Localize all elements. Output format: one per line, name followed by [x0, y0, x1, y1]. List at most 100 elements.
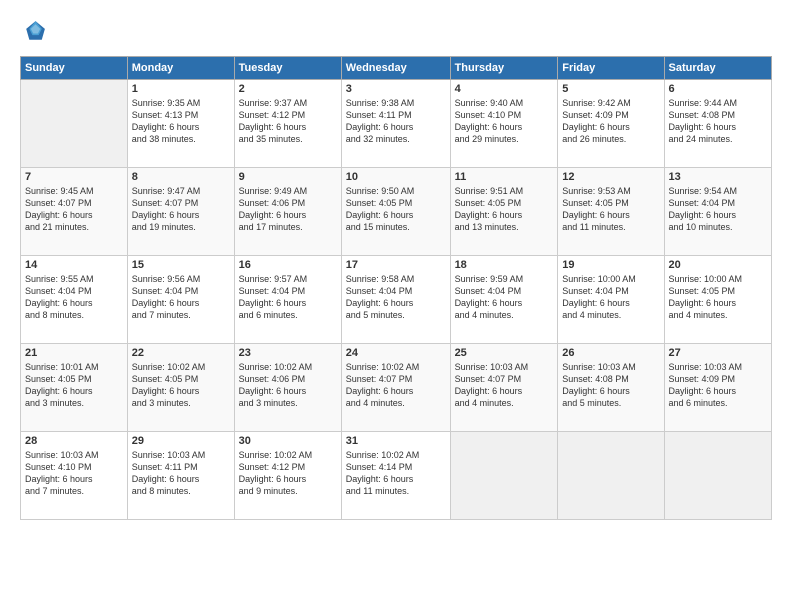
day-info: Sunrise: 10:03 AM Sunset: 4:09 PM Daylig… [669, 361, 767, 410]
calendar-cell: 16 Sunrise: 9:57 AM Sunset: 4:04 PM Dayli… [234, 256, 341, 344]
calendar-cell: 5Sunrise: 9:42 AM Sunset: 4:09 PM Daylig… [558, 80, 664, 168]
calendar-cell: 17 Sunrise: 9:58 AM Sunset: 4:04 PM Dayli… [341, 256, 450, 344]
day-number: 30 [239, 435, 337, 447]
day-number: 13 [669, 171, 767, 183]
day-number: 14 [25, 259, 123, 271]
day-info: Sunrise: 9:51 AM Sunset: 4:05 PM Dayligh… [455, 185, 554, 234]
calendar-day-header: Friday [558, 57, 664, 80]
calendar-cell: 3Sunrise: 9:38 AM Sunset: 4:11 PM Daylig… [341, 80, 450, 168]
day-info: Sunrise: 9:49 AM Sunset: 4:06 PM Dayligh… [239, 185, 337, 234]
calendar-week-row: 7 Sunrise: 9:45 AM Sunset: 4:07 PM Daylig… [21, 168, 772, 256]
calendar-cell: 23 Sunrise: 10:02 AM Sunset: 4:06 PM Dayl… [234, 344, 341, 432]
day-number: 17 [346, 259, 446, 271]
calendar-cell: 9 Sunrise: 9:49 AM Sunset: 4:06 PM Daylig… [234, 168, 341, 256]
calendar-cell: 22Sunrise: 10:02 AM Sunset: 4:05 PM Dayl… [127, 344, 234, 432]
day-info: Sunrise: 9:54 AM Sunset: 4:04 PM Dayligh… [669, 185, 767, 234]
calendar-day-header: Tuesday [234, 57, 341, 80]
day-info: Sunrise: 10:02 AM Sunset: 4:06 PM Daylig… [239, 361, 337, 410]
day-number: 27 [669, 347, 767, 359]
day-info: Sunrise: 10:02 AM Sunset: 4:07 PM Daylig… [346, 361, 446, 410]
calendar-cell [450, 432, 558, 520]
day-info: Sunrise: 10:00 AM Sunset: 4:05 PM Daylig… [669, 273, 767, 322]
day-number: 25 [455, 347, 554, 359]
day-info: Sunrise: 9:57 AM Sunset: 4:04 PM Dayligh… [239, 273, 337, 322]
calendar-week-row: 14 Sunrise: 9:55 AM Sunset: 4:04 PM Dayli… [21, 256, 772, 344]
day-number: 21 [25, 347, 123, 359]
calendar-day-header: Saturday [664, 57, 771, 80]
calendar-cell: 6Sunrise: 9:44 AM Sunset: 4:08 PM Daylig… [664, 80, 771, 168]
day-number: 22 [132, 347, 230, 359]
header [20, 18, 772, 46]
day-number: 20 [669, 259, 767, 271]
calendar-cell: 1Sunrise: 9:35 AM Sunset: 4:13 PM Daylig… [127, 80, 234, 168]
day-number: 8 [132, 171, 230, 183]
calendar-cell: 20 Sunrise: 10:00 AM Sunset: 4:05 PM Dayl… [664, 256, 771, 344]
day-number: 6 [669, 83, 767, 95]
day-number: 2 [239, 83, 337, 95]
day-number: 15 [132, 259, 230, 271]
day-info: Sunrise: 9:58 AM Sunset: 4:04 PM Dayligh… [346, 273, 446, 322]
day-number: 31 [346, 435, 446, 447]
calendar-cell: 7 Sunrise: 9:45 AM Sunset: 4:07 PM Daylig… [21, 168, 128, 256]
calendar-cell: 18 Sunrise: 9:59 AM Sunset: 4:04 PM Dayli… [450, 256, 558, 344]
calendar-cell: 11 Sunrise: 9:51 AM Sunset: 4:05 PM Dayli… [450, 168, 558, 256]
day-info: Sunrise: 9:55 AM Sunset: 4:04 PM Dayligh… [25, 273, 123, 322]
calendar-cell: 21 Sunrise: 10:01 AM Sunset: 4:05 PM Dayl… [21, 344, 128, 432]
day-number: 12 [562, 171, 659, 183]
calendar-cell: 19Sunrise: 10:00 AM Sunset: 4:04 PM Dayl… [558, 256, 664, 344]
calendar-cell: 13 Sunrise: 9:54 AM Sunset: 4:04 PM Dayli… [664, 168, 771, 256]
logo [20, 18, 52, 46]
day-info: Sunrise: 10:03 AM Sunset: 4:08 PM Daylig… [562, 361, 659, 410]
calendar-header-row: SundayMondayTuesdayWednesdayThursdayFrid… [21, 57, 772, 80]
calendar-cell: 8 Sunrise: 9:47 AM Sunset: 4:07 PM Daylig… [127, 168, 234, 256]
day-number: 1 [132, 83, 230, 95]
day-info: Sunrise: 10:03 AM Sunset: 4:07 PM Daylig… [455, 361, 554, 410]
day-info: Sunrise: 9:59 AM Sunset: 4:04 PM Dayligh… [455, 273, 554, 322]
day-info: Sunrise: 10:03 AM Sunset: 4:11 PM Daylig… [132, 449, 230, 498]
day-number: 7 [25, 171, 123, 183]
day-info: Sunrise: 9:38 AM Sunset: 4:11 PM Dayligh… [346, 97, 446, 146]
logo-icon [20, 18, 48, 46]
day-number: 23 [239, 347, 337, 359]
day-info: Sunrise: 9:40 AM Sunset: 4:10 PM Dayligh… [455, 97, 554, 146]
calendar-week-row: 21 Sunrise: 10:01 AM Sunset: 4:05 PM Dayl… [21, 344, 772, 432]
day-info: Sunrise: 10:00 AM Sunset: 4:04 PM Daylig… [562, 273, 659, 322]
day-number: 9 [239, 171, 337, 183]
calendar-cell [21, 80, 128, 168]
day-info: Sunrise: 10:01 AM Sunset: 4:05 PM Daylig… [25, 361, 123, 410]
day-info: Sunrise: 9:47 AM Sunset: 4:07 PM Dayligh… [132, 185, 230, 234]
day-number: 16 [239, 259, 337, 271]
day-number: 28 [25, 435, 123, 447]
calendar-day-header: Thursday [450, 57, 558, 80]
calendar-cell [664, 432, 771, 520]
day-info: Sunrise: 10:02 AM Sunset: 4:14 PM Daylig… [346, 449, 446, 498]
calendar-table: SundayMondayTuesdayWednesdayThursdayFrid… [20, 56, 772, 520]
day-info: Sunrise: 9:45 AM Sunset: 4:07 PM Dayligh… [25, 185, 123, 234]
day-number: 24 [346, 347, 446, 359]
day-info: Sunrise: 10:03 AM Sunset: 4:10 PM Daylig… [25, 449, 123, 498]
day-info: Sunrise: 9:37 AM Sunset: 4:12 PM Dayligh… [239, 97, 337, 146]
day-number: 11 [455, 171, 554, 183]
calendar-cell: 10 Sunrise: 9:50 AM Sunset: 4:05 PM Dayli… [341, 168, 450, 256]
day-info: Sunrise: 9:50 AM Sunset: 4:05 PM Dayligh… [346, 185, 446, 234]
calendar-cell: 28 Sunrise: 10:03 AM Sunset: 4:10 PM Dayl… [21, 432, 128, 520]
calendar-cell: 14 Sunrise: 9:55 AM Sunset: 4:04 PM Dayli… [21, 256, 128, 344]
day-number: 26 [562, 347, 659, 359]
calendar-cell: 4 Sunrise: 9:40 AM Sunset: 4:10 PM Daylig… [450, 80, 558, 168]
calendar-cell: 30Sunrise: 10:02 AM Sunset: 4:12 PM Dayl… [234, 432, 341, 520]
calendar-cell: 2 Sunrise: 9:37 AM Sunset: 4:12 PM Daylig… [234, 80, 341, 168]
calendar-cell: 31 Sunrise: 10:02 AM Sunset: 4:14 PM Dayl… [341, 432, 450, 520]
page: SundayMondayTuesdayWednesdayThursdayFrid… [0, 0, 792, 612]
calendar-cell: 29Sunrise: 10:03 AM Sunset: 4:11 PM Dayl… [127, 432, 234, 520]
day-info: Sunrise: 9:53 AM Sunset: 4:05 PM Dayligh… [562, 185, 659, 234]
calendar-cell [558, 432, 664, 520]
calendar-day-header: Monday [127, 57, 234, 80]
calendar-cell: 12 Sunrise: 9:53 AM Sunset: 4:05 PM Dayli… [558, 168, 664, 256]
day-number: 4 [455, 83, 554, 95]
day-number: 10 [346, 171, 446, 183]
calendar-day-header: Sunday [21, 57, 128, 80]
calendar-week-row: 28 Sunrise: 10:03 AM Sunset: 4:10 PM Dayl… [21, 432, 772, 520]
calendar-cell: 27 Sunrise: 10:03 AM Sunset: 4:09 PM Dayl… [664, 344, 771, 432]
day-number: 18 [455, 259, 554, 271]
day-number: 5 [562, 83, 659, 95]
